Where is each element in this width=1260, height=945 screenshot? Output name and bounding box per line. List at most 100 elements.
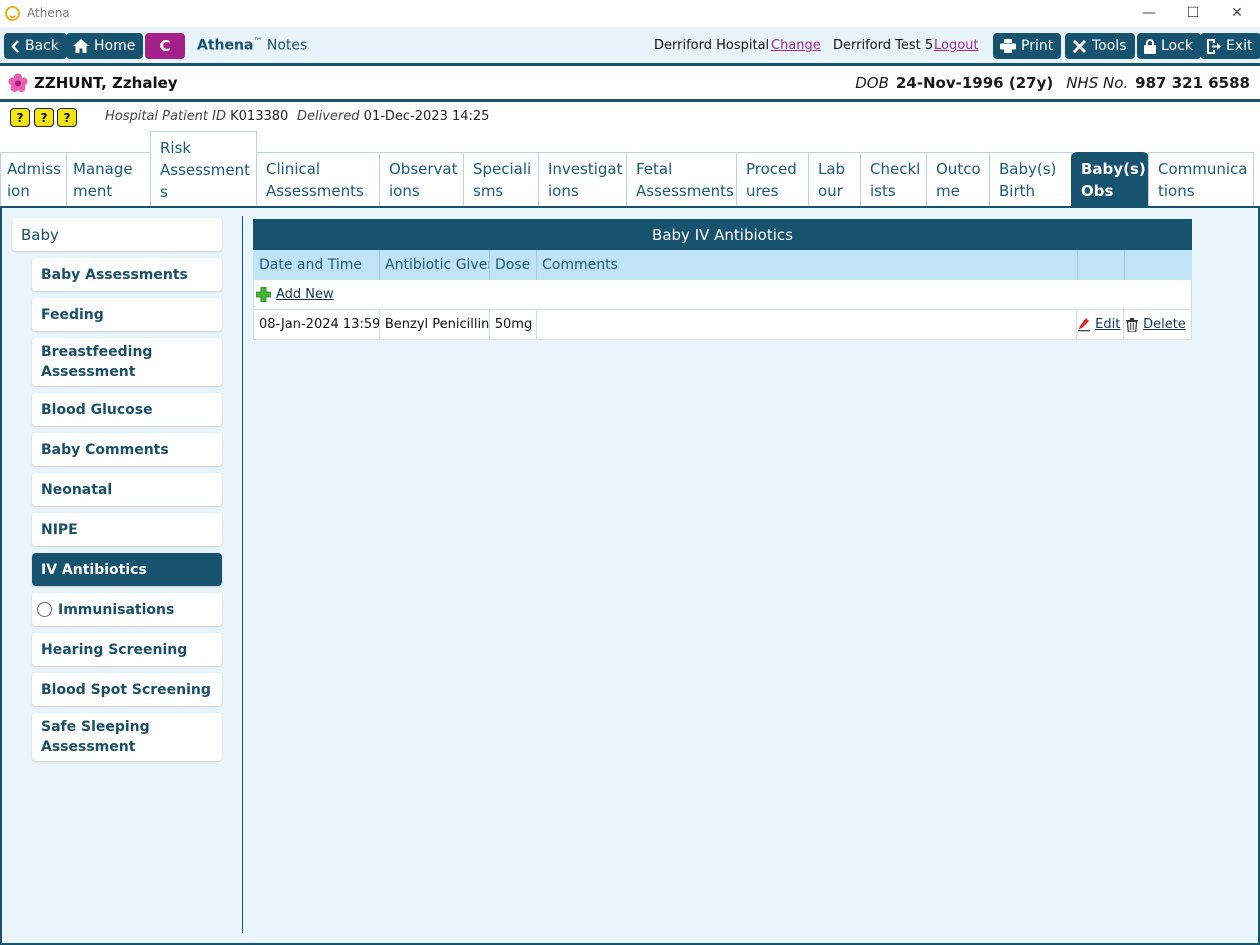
tools-label: Tools: [1092, 38, 1127, 54]
alert-list-icon[interactable]: ?: [10, 108, 30, 127]
delivered-value: 01-Dec-2023 14:25: [363, 109, 490, 124]
tools-icon: [1073, 39, 1086, 53]
alert-home-icon[interactable]: ?: [34, 108, 54, 127]
back-button[interactable]: Back: [4, 33, 67, 59]
iv-antibiotics-grid: Baby IV Antibiotics Date and Time Antibi…: [253, 219, 1192, 340]
home-icon: [73, 39, 89, 53]
radio-circle-icon: [37, 602, 52, 617]
alert-question-icon[interactable]: ?: [57, 108, 77, 127]
dob-value: 24-Nov-1996 (27y): [895, 74, 1054, 92]
pencil-icon[interactable]: [1078, 317, 1091, 332]
tab-observations[interactable]: Observat ions: [379, 152, 464, 207]
cell-delete: Delete: [1124, 310, 1191, 339]
c-button[interactable]: C: [145, 33, 185, 59]
lock-button[interactable]: Lock: [1137, 33, 1201, 59]
sidebar-root-baby[interactable]: Baby: [12, 218, 222, 251]
patient-name-group: ZZHUNT, Zzhaley: [8, 73, 178, 93]
delivered-info: Delivered 01-Dec-2023 14:25: [297, 109, 490, 124]
sidebar-item-baby-comments[interactable]: Baby Comments: [32, 433, 222, 466]
sidebar-item-feeding[interactable]: Feeding: [32, 298, 222, 331]
minimize-button[interactable]: —: [1126, 0, 1172, 26]
column-header-date[interactable]: Date and Time: [254, 250, 380, 280]
tab-specialisms[interactable]: Speciali sms: [463, 152, 539, 207]
sidebar-item-immunisations[interactable]: Immunisations: [32, 593, 222, 626]
user-name: Derriford Test 5: [833, 38, 934, 53]
sidebar-item-baby-assessments[interactable]: Baby Assessments: [32, 258, 222, 291]
sidebar-item-neonatal[interactable]: Neonatal: [32, 473, 222, 506]
logout-link[interactable]: Logout: [934, 38, 979, 53]
exit-label: Exit: [1226, 38, 1253, 54]
hospital-id: Hospital Patient ID K013380: [105, 109, 289, 124]
sidebar-item-blood-glucose[interactable]: Blood Glucose: [32, 393, 222, 426]
exit-icon: [1207, 38, 1221, 54]
column-header-delete: [1125, 250, 1192, 280]
exit-button[interactable]: Exit: [1200, 33, 1260, 59]
column-header-edit: [1078, 250, 1125, 280]
sidebar-item-breastfeeding-assessment[interactable]: Breastfeeding Assessment: [32, 338, 222, 386]
printer-icon: [1000, 39, 1016, 53]
nhs-label: NHS No.: [1066, 74, 1129, 92]
tab-babys-birth[interactable]: Baby(s) Birth: [989, 152, 1072, 207]
cell-date: 08-Jan-2024 13:59: [254, 310, 380, 339]
chevron-left-icon: [11, 39, 19, 53]
grid-title: Baby IV Antibiotics: [253, 219, 1192, 250]
hospital-id-value: K013380: [230, 109, 289, 124]
close-button[interactable]: ✕: [1214, 0, 1260, 26]
tab-fetal-assessments[interactable]: Fetal Assessments: [626, 152, 737, 207]
tab-admission[interactable]: Admiss ion: [0, 152, 67, 207]
cell-edit: Edit: [1077, 310, 1125, 339]
lock-label: Lock: [1161, 38, 1193, 54]
nhs-value: 987 321 6588: [1135, 74, 1250, 92]
patient-banner: ZZHUNT, Zzhaley DOB 24-Nov-1996 (27y) NH…: [0, 66, 1260, 100]
tab-risk-assessments[interactable]: Risk Assessment s: [150, 131, 257, 207]
dob-label: DOB: [855, 74, 889, 92]
grid-header-row: Date and Time Antibiotic Given Dose Comm…: [253, 250, 1192, 280]
print-label: Print: [1021, 38, 1054, 54]
add-new-row: Add New: [253, 280, 1192, 310]
edit-link[interactable]: Edit: [1095, 317, 1120, 332]
tab-babys-obs[interactable]: Baby(s) Obs: [1071, 152, 1149, 207]
brand-title: Athena™ Notes: [197, 37, 308, 54]
sidebar-item-safe-sleeping-assessment[interactable]: Safe Sleeping Assessment: [32, 713, 222, 761]
sidebar-item-iv-antibiotics[interactable]: IV Antibiotics: [32, 553, 222, 586]
trash-icon[interactable]: [1126, 317, 1139, 332]
sidebar-item-nipe[interactable]: NIPE: [32, 513, 222, 546]
cell-dose: 50mg: [490, 310, 537, 339]
patient-demographics: DOB 24-Nov-1996 (27y) NHS No. 987 321 65…: [855, 74, 1250, 92]
table-row: 08-Jan-2024 13:59 Benzyl Penicillin 50mg…: [253, 310, 1192, 340]
tab-communications[interactable]: Communica tions: [1148, 152, 1254, 207]
tab-clinical-assessments[interactable]: Clinical Assessments: [256, 152, 380, 207]
sidebar-item-immunisations-label: Immunisations: [58, 601, 175, 618]
sidebar-item-hearing-screening[interactable]: Hearing Screening: [32, 633, 222, 666]
lock-icon: [1144, 38, 1156, 54]
athena-logo-icon: [5, 5, 20, 21]
tools-button[interactable]: Tools: [1065, 33, 1135, 59]
cell-comments: [537, 310, 1078, 339]
patient-name: ZZHUNT, Zzhaley: [34, 74, 178, 92]
cell-antibiotic: Benzyl Penicillin: [380, 310, 490, 339]
tab-labour[interactable]: Lab our: [808, 152, 861, 207]
tab-procedures[interactable]: Proced ures: [736, 152, 809, 207]
tab-checklists[interactable]: Checkl ists: [860, 152, 927, 207]
add-new-link[interactable]: Add New: [276, 287, 334, 302]
window-title: Athena: [27, 6, 70, 20]
delete-link[interactable]: Delete: [1143, 317, 1186, 332]
title-bar: Athena — ☐ ✕: [0, 0, 1260, 26]
sidebar-divider: [242, 216, 243, 933]
print-button[interactable]: Print: [993, 33, 1062, 59]
tab-investigations[interactable]: Investigat ions: [538, 152, 627, 207]
sidebar-item-blood-spot-screening[interactable]: Blood Spot Screening: [32, 673, 222, 706]
flower-icon: [8, 73, 28, 92]
column-header-antibiotic[interactable]: Antibiotic Given: [380, 250, 490, 280]
home-label: Home: [94, 38, 136, 54]
maximize-button[interactable]: ☐: [1170, 0, 1216, 26]
tab-management[interactable]: Manage ment: [66, 152, 151, 207]
tab-outcome[interactable]: Outco me: [926, 152, 990, 207]
column-header-dose[interactable]: Dose: [490, 250, 537, 280]
toolbar: Back Home C Athena™ Notes Derriford Hosp…: [0, 27, 1260, 64]
plus-icon[interactable]: [256, 287, 271, 302]
change-hospital-link[interactable]: Change: [771, 38, 821, 53]
column-header-comments[interactable]: Comments: [537, 250, 1078, 280]
home-button[interactable]: Home: [66, 33, 144, 59]
back-label: Back: [25, 38, 59, 54]
